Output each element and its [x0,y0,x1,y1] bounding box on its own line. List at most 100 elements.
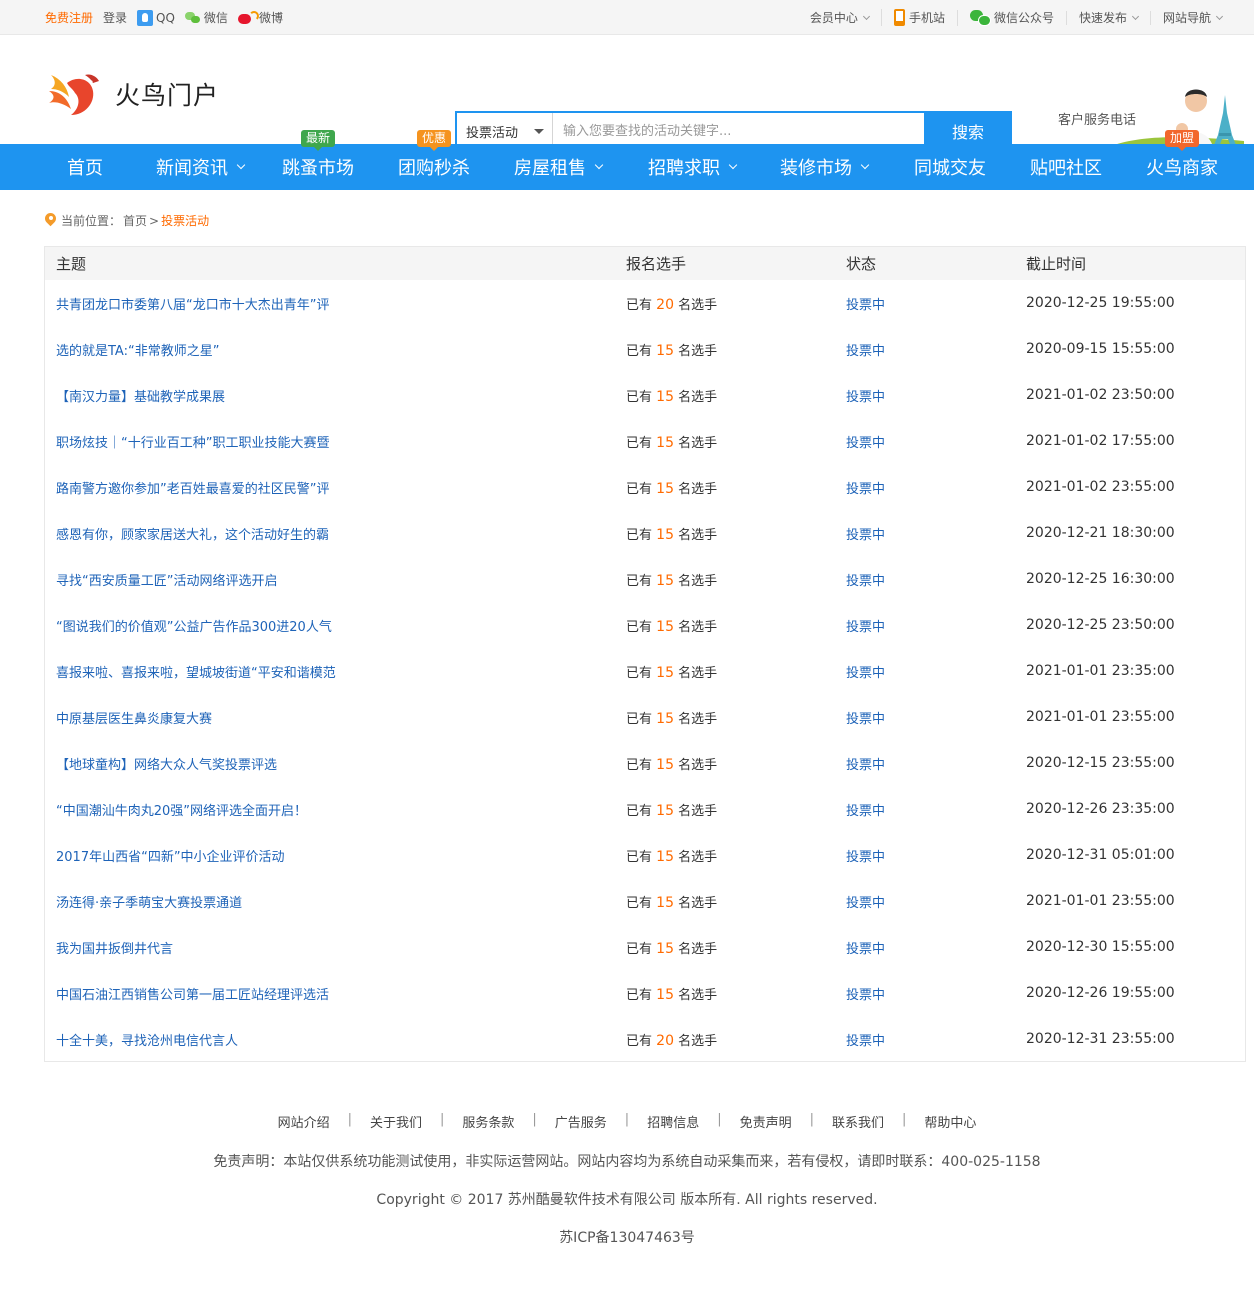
activity-title-link[interactable]: 【地球童构】网络大众人气奖投票评选 [56,754,277,773]
deadline-time: 2021-01-02 23:55:00 [1026,479,1175,495]
contestant-count: 已有 15 名选手 [626,938,717,957]
nav-item-jobs[interactable]: 招聘求职 [637,144,747,190]
activity-title-link[interactable]: 十全十美，寻找沧州电信代言人 [56,1030,238,1049]
nav-item-merchants[interactable]: 加盟 火鸟商家 [1137,130,1227,190]
activity-title-link[interactable]: “图说我们的价值观”公益广告作品300进20人气 [56,616,332,635]
breadcrumb-current[interactable]: 投票活动 [161,212,209,229]
count-suffix: 名选手 [678,849,718,865]
table-row: 2017年山西省“四新”中小企业评价活动 已有 15 名选手 投票中 2020-12-… [45,832,1245,878]
status-link[interactable]: 投票中 [846,846,885,865]
status-link[interactable]: 投票中 [846,754,885,773]
count-suffix: 名选手 [678,987,718,1003]
status-link[interactable]: 投票中 [846,478,885,497]
status-link[interactable]: 投票中 [846,294,885,313]
deadline-time: 2020-12-26 23:35:00 [1026,801,1175,817]
status-link[interactable]: 投票中 [846,432,885,451]
badge-pointer [429,147,438,151]
wechat-official-label: 微信公众号 [993,10,1054,25]
status-link[interactable]: 投票中 [846,524,885,543]
wechat-login-link[interactable]: 微信 [184,9,228,26]
activity-title-link[interactable]: 中原基层医生鼻炎康复大赛 [56,708,212,727]
footer-link[interactable]: 关于我们 [352,1112,440,1131]
activity-title-link[interactable]: 中国石油江西销售公司第一届工匠站经理评选活 [56,984,329,1003]
register-link[interactable]: 免费注册 [45,9,93,26]
count-number: 15 [656,848,674,865]
status-link[interactable]: 投票中 [846,938,885,957]
mobile-site-label: 手机站 [908,10,945,25]
chevron-down-icon [594,160,604,170]
footer-link[interactable]: 帮助中心 [906,1112,994,1131]
member-center-menu[interactable]: 会员中心 [798,11,881,25]
activity-title-link[interactable]: 选的就是TA:“非常教师之星” [56,340,219,359]
status-link[interactable]: 投票中 [846,892,885,911]
status-link[interactable]: 投票中 [846,570,885,589]
count-prefix: 已有 [626,619,653,635]
status-link[interactable]: 投票中 [846,662,885,681]
weibo-login-link[interactable]: 微博 [237,9,283,26]
count-number: 15 [656,388,674,405]
nav-item-forum[interactable]: 贴吧社区 [1021,144,1111,190]
nav-item-label: 同城交友 [914,158,986,179]
nav-item-housing[interactable]: 房屋租售 [503,144,613,190]
footer-link[interactable]: 服务条款 [444,1112,532,1131]
activity-title-link[interactable]: 共青团龙口市委第八届“龙口市十大杰出青年”评 [56,294,329,313]
qq-login-link[interactable]: QQ [137,9,175,26]
status-link[interactable]: 投票中 [846,616,885,635]
nav-item-label: 跳蚤市场 [282,158,354,179]
nav-item-news[interactable]: 新闻资讯 [139,144,261,190]
service-phone-label: 客户服务电话 [1058,113,1137,128]
nav-item-group-buy[interactable]: 优惠 团购秒杀 [389,130,479,190]
badge-pointer [1177,147,1186,151]
header-topic: 主题 [56,255,87,273]
activity-title-link[interactable]: 汤连得·亲子季萌宝大赛投票通道 [56,892,242,911]
status-link[interactable]: 投票中 [846,800,885,819]
status-link[interactable]: 投票中 [846,340,885,359]
status-link[interactable]: 投票中 [846,386,885,405]
breadcrumb-separator: > [149,213,160,228]
activity-title-link[interactable]: 路南警方邀你参加”老百姓最喜爱的社区民警”评 [56,478,329,497]
table-header: 主题 报名选手 状态 截止时间 [45,247,1245,280]
count-suffix: 名选手 [678,711,718,727]
header-contestants: 报名选手 [626,255,687,273]
footer-link[interactable]: 招聘信息 [629,1112,717,1131]
count-number: 15 [656,710,674,727]
footer-link[interactable]: 网站介绍 [260,1112,348,1131]
status-link[interactable]: 投票中 [846,984,885,1003]
count-number: 15 [656,526,674,543]
contestant-count: 已有 15 名选手 [626,708,717,727]
footer-link[interactable]: 免责声明 [722,1112,810,1131]
mobile-site-link[interactable]: 手机站 [880,9,957,26]
site-nav-label: 网站导航 [1162,10,1211,25]
count-prefix: 已有 [626,573,653,589]
table-row: 路南警方邀你参加”老百姓最喜爱的社区民警”评 已有 15 名选手 投票中 2021-0… [45,464,1245,510]
nav-item-flea-market[interactable]: 最新 跳蚤市场 [273,130,363,190]
activity-title-link[interactable]: 喜报来啦、喜报来啦，望城坡街道“平安和谐模范 [56,662,336,681]
activity-title-link[interactable]: 我为国井扳倒井代言 [56,938,173,957]
nav-item-decoration[interactable]: 装修市场 [769,144,879,190]
footer-link[interactable]: 广告服务 [537,1112,625,1131]
deadline-time: 2020-12-21 18:30:00 [1026,525,1175,541]
quick-publish-menu[interactable]: 快速发布 [1065,10,1150,25]
contestant-count: 已有 15 名选手 [626,800,717,819]
login-link[interactable]: 登录 [103,9,127,26]
activity-title-link[interactable]: 【南汉力量】基础教学成果展 [56,386,225,405]
activity-title-link[interactable]: 2017年山西省“四新”中小企业评价活动 [56,846,285,865]
contestant-count: 已有 20 名选手 [626,1030,717,1049]
footer-link[interactable]: 联系我们 [814,1112,902,1131]
activity-title-link[interactable]: 感恩有你，顾家家居送大礼，这个活动好生的霸 [56,524,329,543]
wechat-official-link[interactable]: 微信公众号 [956,9,1066,26]
breadcrumb: 当前位置： 首页 > 投票活动 [45,212,209,229]
activity-title-link[interactable]: 寻找“西安质量工匠”活动网络评选开启 [56,570,277,589]
nav-item-dating[interactable]: 同城交友 [905,144,995,190]
table-row: “图说我们的价值观”公益广告作品300进20人气 已有 15 名选手 投票中 2020… [45,602,1245,648]
site-logo[interactable]: 火鸟门户 [47,69,219,119]
nav-item-home[interactable]: 首页 [45,144,125,190]
count-prefix: 已有 [626,389,653,405]
activity-title-link[interactable]: 职场炫技｜“十行业百工种”职工职业技能大赛暨 [56,432,329,451]
status-link[interactable]: 投票中 [846,1030,885,1049]
activity-title-link[interactable]: “中国潮汕牛肉丸20强”网络评选全面开启！ [56,800,307,819]
status-link[interactable]: 投票中 [846,708,885,727]
site-nav-menu[interactable]: 网站导航 [1149,10,1234,25]
footer-icp[interactable]: 苏ICP备13047463号 [0,1227,1254,1247]
breadcrumb-home[interactable]: 首页 [123,212,147,229]
